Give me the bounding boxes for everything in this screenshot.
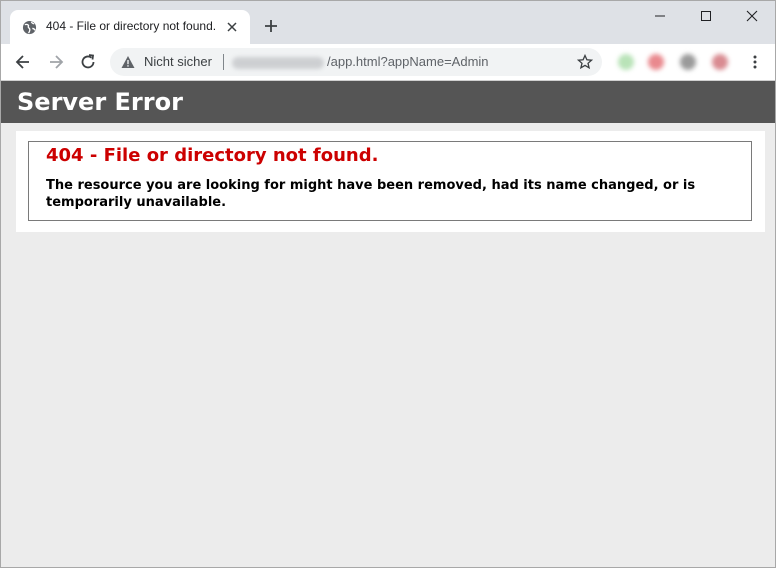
window-close-icon [746, 10, 758, 22]
menu-dots-icon[interactable] [747, 54, 763, 70]
globe-icon [22, 20, 37, 35]
error-box: 404 - File or directory not found. The r… [28, 141, 752, 221]
forward-arrow-icon[interactable] [46, 52, 66, 72]
extension-icon[interactable] [648, 54, 664, 70]
window-close-button[interactable] [729, 1, 775, 31]
content-panel: 404 - File or directory not found. The r… [16, 131, 765, 232]
browser-window: 404 - File or directory not found. Nicht… [0, 0, 776, 568]
redacted-host [232, 57, 324, 69]
plus-icon[interactable] [262, 17, 280, 35]
error-title: 404 - File or directory not found. [46, 145, 379, 166]
security-status-label[interactable]: Nicht sicher [144, 54, 212, 69]
star-icon[interactable] [577, 54, 593, 70]
minimize-button[interactable] [637, 1, 683, 31]
back-arrow-icon[interactable] [13, 52, 33, 72]
server-error-header: Server Error [1, 81, 775, 123]
error-description: The resource you are looking for might h… [46, 178, 696, 210]
warning-icon[interactable] [121, 55, 135, 69]
extension-icon[interactable] [618, 54, 634, 70]
tab-title: 404 - File or directory not found. [46, 19, 217, 33]
separator [223, 54, 224, 70]
minimize-icon [655, 15, 665, 17]
maximize-button[interactable] [683, 1, 729, 31]
browser-toolbar: Nicht sicher /app.html?appName=Admin [1, 44, 775, 81]
close-icon[interactable] [224, 19, 240, 35]
maximize-icon [701, 11, 711, 21]
extension-icon[interactable] [680, 54, 696, 70]
tab-strip: 404 - File or directory not found. [1, 1, 775, 44]
address-bar[interactable]: Nicht sicher /app.html?appName=Admin [110, 48, 602, 76]
profile-avatar[interactable] [712, 54, 728, 70]
url-path[interactable]: /app.html?appName=Admin [327, 54, 489, 69]
reload-icon[interactable] [78, 52, 98, 72]
page-title: Server Error [17, 88, 183, 116]
active-tab[interactable]: 404 - File or directory not found. [10, 10, 250, 44]
